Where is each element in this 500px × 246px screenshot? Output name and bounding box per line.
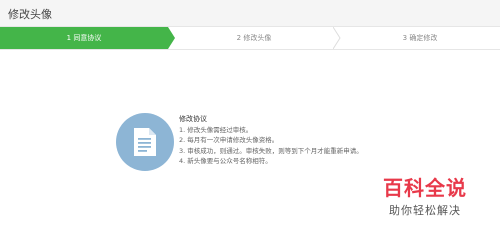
dialog-title: 修改头像 bbox=[8, 8, 52, 21]
agreement-item: 4. 新头像要与公众号名称相符。 bbox=[179, 157, 272, 165]
document-icon bbox=[116, 113, 174, 171]
step-agree-agreement: 1 同意协议 bbox=[0, 27, 168, 49]
step-active-arrow bbox=[168, 27, 175, 49]
agreement-item: 3. 审核成功，则通过。审核失败，则等到下个月才能重新申请。 bbox=[179, 146, 363, 155]
watermark-title: 百科全说 bbox=[383, 176, 467, 200]
agreement-item: 2. 每月有一次申请修改头像资格。 bbox=[179, 136, 279, 144]
dialog-header: 修改头像 bbox=[0, 0, 500, 27]
watermark-subtitle: 助你轻松解决 bbox=[389, 204, 461, 217]
step-progress-bar: 1 同意协议 2 修改头像 3 确定修改 bbox=[0, 27, 500, 50]
agreement-title: 修改协议 bbox=[179, 115, 207, 123]
agreement-item: 1. 修改头像需经过审核。 bbox=[179, 125, 253, 134]
step-confirm-change: 3 确定修改 bbox=[402, 34, 438, 42]
agreement-text: 修改协议 1. 修改头像需经过审核。 2. 每月有一次申请修改头像资格。 3. … bbox=[179, 114, 439, 167]
watermark-logo: 百科全说 助你轻松解决 bbox=[360, 176, 490, 218]
step-change-avatar: 2 修改头像 bbox=[236, 34, 272, 42]
